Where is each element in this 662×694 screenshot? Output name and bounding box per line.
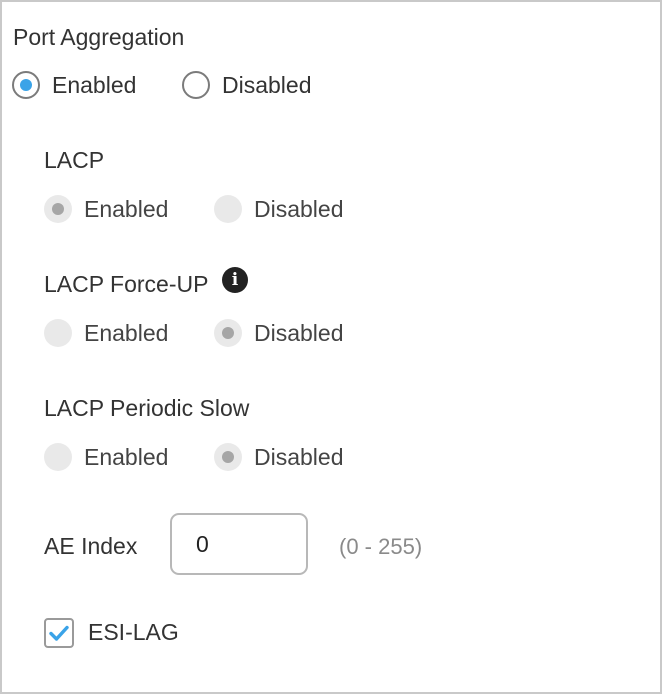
- lacp-disabled-label: Disabled: [254, 196, 344, 222]
- lacp-force-up-title: LACP Force-UP: [44, 271, 209, 297]
- lacp-periodic-slow-title: LACP Periodic Slow: [44, 395, 250, 421]
- esi-lag-checkbox[interactable]: [44, 618, 74, 648]
- lacp-periodic-slow-disabled-label: Disabled: [254, 444, 344, 470]
- lacp-periodic-slow-enabled-radio[interactable]: [44, 443, 72, 471]
- esi-lag-label: ESI-LAG: [88, 619, 179, 645]
- ae-index-label: AE Index: [44, 533, 138, 559]
- lacp-force-up-enabled-option[interactable]: Enabled: [44, 317, 180, 349]
- lacp-enabled-label: Enabled: [84, 196, 169, 222]
- lacp-disabled-radio[interactable]: [214, 195, 242, 223]
- lacp-disabled-option[interactable]: Disabled: [214, 193, 356, 225]
- port-aggregation-disabled-radio[interactable]: [182, 71, 210, 99]
- lacp-enabled-radio[interactable]: [44, 195, 72, 223]
- port-aggregation-disabled-label: Disabled: [222, 72, 312, 98]
- port-aggregation-enabled-radio[interactable]: [12, 71, 40, 99]
- lacp-force-up-enabled-radio[interactable]: [44, 319, 72, 347]
- lacp-enabled-option[interactable]: Enabled: [44, 193, 180, 225]
- lacp-periodic-slow-enabled-label: Enabled: [84, 444, 169, 470]
- lacp-force-up-disabled-option[interactable]: Disabled: [214, 317, 356, 349]
- lacp-force-up-enabled-label: Enabled: [84, 320, 169, 346]
- lacp-periodic-slow-disabled-option[interactable]: Disabled: [214, 441, 356, 473]
- info-icon[interactable]: i: [222, 267, 248, 293]
- port-aggregation-title: Port Aggregation: [13, 24, 185, 50]
- ae-index-range-hint: (0 - 255): [339, 534, 423, 559]
- checkmark-icon: [49, 625, 69, 641]
- lacp-periodic-slow-disabled-radio[interactable]: [214, 443, 242, 471]
- esi-lag-option[interactable]: ESI-LAG: [44, 616, 184, 650]
- port-aggregation-disabled-option[interactable]: Disabled: [182, 69, 324, 101]
- lacp-title: LACP: [44, 147, 105, 173]
- port-aggregation-enabled-option[interactable]: Enabled: [12, 69, 148, 101]
- lacp-periodic-slow-enabled-option[interactable]: Enabled: [44, 441, 180, 473]
- lacp-force-up-disabled-radio[interactable]: [214, 319, 242, 347]
- port-aggregation-enabled-label: Enabled: [52, 72, 137, 98]
- lacp-force-up-disabled-label: Disabled: [254, 320, 344, 346]
- port-aggregation-panel: Port Aggregation Enabled Disabled LACP E…: [0, 0, 662, 694]
- ae-index-input[interactable]: [170, 513, 308, 575]
